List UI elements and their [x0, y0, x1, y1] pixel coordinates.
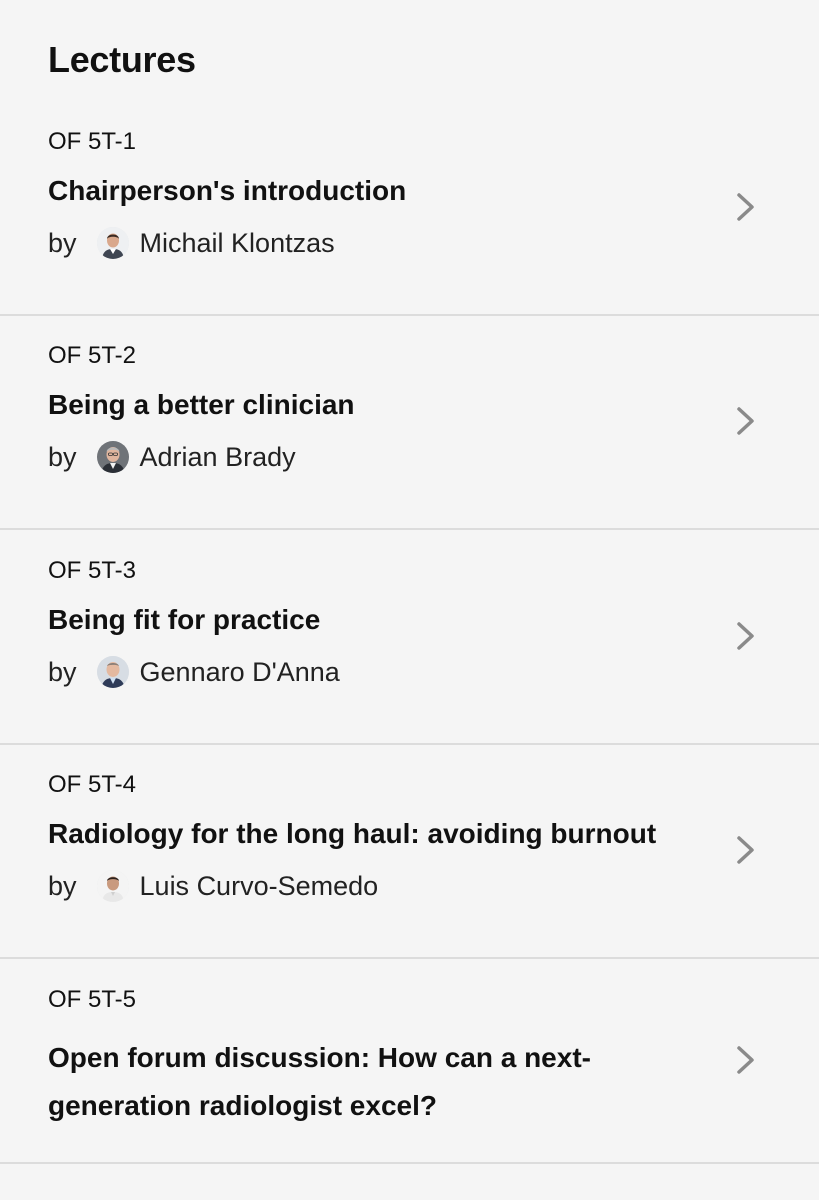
- lecture-code: OF 5T-1: [48, 128, 137, 155]
- chevron-right-icon: [734, 189, 758, 225]
- chevron-right-icon: [734, 618, 758, 654]
- by-label: by: [48, 227, 77, 258]
- lecture-title: Radiology for the long haul: avoiding bu…: [48, 818, 657, 849]
- lectures-page: Lectures OF 5T-1 Chairperson's introduct…: [0, 0, 819, 1200]
- lecture-item-5[interactable]: OF 5T-5 Open forum discussion: How can a…: [0, 960, 819, 1164]
- page-title: Lectures: [48, 39, 196, 80]
- chevron-right-icon: [734, 832, 758, 868]
- lecture-speaker: by Adrian Brady: [48, 437, 296, 477]
- lecture-code: OF 5T-3: [48, 557, 137, 584]
- lecture-item-3[interactable]: OF 5T-3 Being fit for practice by Gennar…: [0, 531, 819, 745]
- speaker-name[interactable]: Adrian Brady: [140, 442, 296, 473]
- speaker-avatar: [96, 870, 129, 902]
- speaker-name[interactable]: Michail Klontzas: [140, 228, 335, 259]
- lecture-title: Being fit for practice: [48, 604, 321, 635]
- by-label: by: [48, 441, 77, 472]
- lecture-item-4[interactable]: OF 5T-4 Radiology for the long haul: avo…: [0, 745, 819, 959]
- speaker-name[interactable]: Luis Curvo-Semedo: [140, 871, 379, 902]
- lecture-title: Open forum discussion: How can a next-ge…: [48, 1042, 591, 1121]
- lecture-title: Chairperson's introduction: [48, 175, 407, 206]
- lecture-code: OF 5T-4: [48, 771, 137, 798]
- lecture-speaker: by Gennaro D'Anna: [48, 652, 340, 692]
- speaker-avatar: [96, 441, 129, 473]
- lecture-code: OF 5T-2: [48, 342, 137, 369]
- lecture-item-1[interactable]: OF 5T-1 Chairperson's introduction by Mi…: [0, 102, 819, 316]
- lecture-title: Being a better clinician: [48, 389, 355, 420]
- by-label: by: [48, 656, 77, 687]
- speaker-avatar: [96, 227, 129, 259]
- speaker-name[interactable]: Gennaro D'Anna: [140, 657, 340, 688]
- chevron-right-icon: [734, 1042, 758, 1078]
- lecture-speaker: by Michail Klontzas: [48, 223, 335, 263]
- by-label: by: [48, 870, 77, 901]
- chevron-right-icon: [734, 403, 758, 439]
- lecture-code: OF 5T-5: [48, 986, 137, 1013]
- lecture-speaker: by Luis Curvo-Semedo: [48, 866, 378, 906]
- lecture-item-2[interactable]: OF 5T-2 Being a better clinician by Adri…: [0, 316, 819, 530]
- speaker-avatar: [96, 656, 129, 688]
